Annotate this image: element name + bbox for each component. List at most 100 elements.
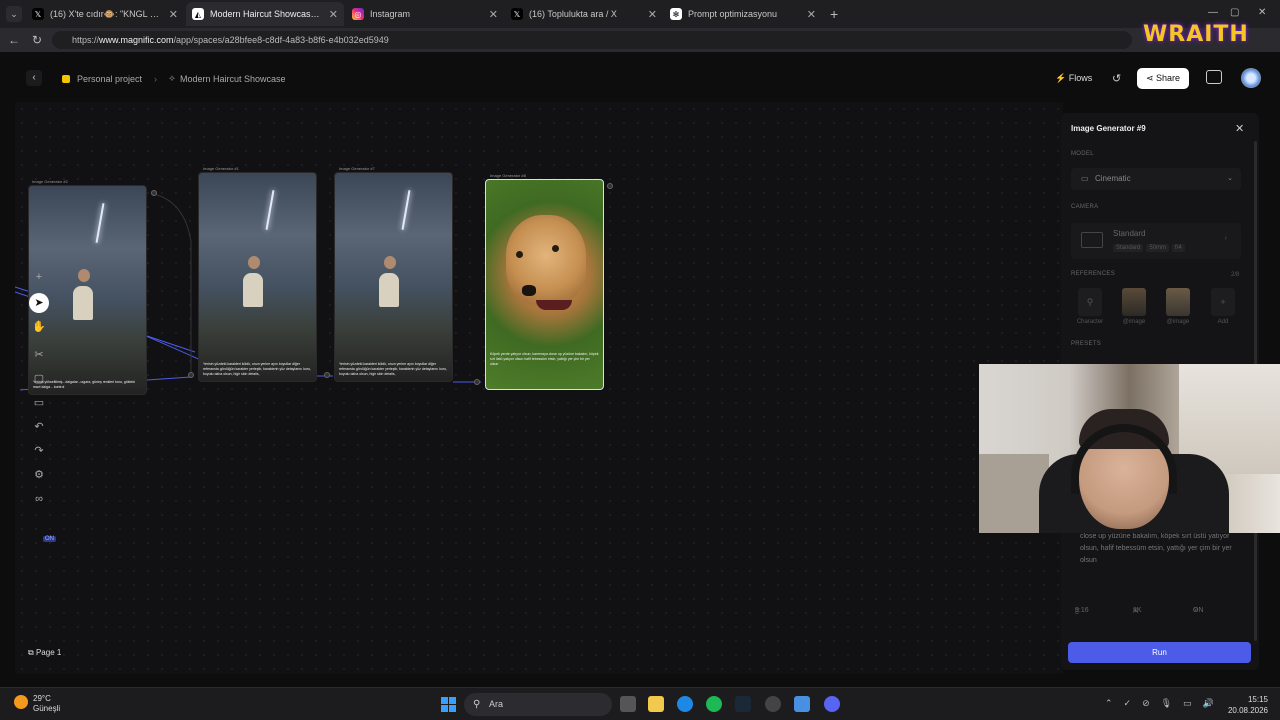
instagram-icon: ◎	[352, 8, 364, 20]
tab-title: Instagram	[370, 9, 411, 19]
avatar[interactable]	[1241, 68, 1261, 88]
flows-button[interactable]: ⚡ Flows	[1055, 73, 1092, 84]
tab-title: Modern Haircut Showcase - Space	[210, 9, 323, 19]
pan-hand-icon[interactable]: ✋	[28, 317, 50, 337]
browser-tab-chatgpt[interactable]: ✻ Prompt optimizasyonu ✕	[664, 2, 822, 26]
camera-chip: 50mm	[1146, 244, 1170, 252]
node-output-handle[interactable]	[607, 183, 613, 189]
frame-icon[interactable]: ▢	[28, 369, 50, 389]
close-window-icon[interactable]: ✕	[1258, 7, 1266, 18]
edge-icon[interactable]	[677, 696, 693, 712]
close-tab-icon[interactable]: ✕	[169, 8, 178, 21]
app-tray-icon[interactable]: ✓	[1124, 698, 1132, 709]
comment-icon[interactable]: ▭	[28, 393, 50, 413]
add-node-icon[interactable]: +	[28, 267, 50, 287]
task-view-icon[interactable]	[620, 696, 636, 712]
back-button[interactable]: ‹	[26, 70, 42, 86]
maximize-icon[interactable]: ▢	[1230, 7, 1239, 18]
browser-tab-instagram[interactable]: ◎ Instagram ✕	[346, 2, 504, 26]
back-arrow-icon[interactable]: ←	[8, 33, 20, 47]
tab-title: Prompt optimizasyonu	[688, 9, 778, 19]
url-input[interactable]: https://www.magnific.com/app/spaces/a28b…	[52, 31, 1132, 49]
chrome-icon[interactable]	[765, 696, 781, 712]
image-node[interactable]: Yerinin yüzdeki karakteri kübik, onun ye…	[198, 172, 317, 382]
new-tab-button[interactable]: +	[830, 6, 838, 22]
steam-icon[interactable]	[735, 696, 751, 712]
ref-character[interactable]: ⚲ Character	[1073, 288, 1107, 328]
chevron-right-icon: ›	[1224, 235, 1227, 242]
node-output-handle[interactable]	[151, 190, 157, 196]
tab-list-dropdown[interactable]: ⌄	[6, 6, 22, 22]
chevron-up-icon[interactable]: ⌃	[1105, 698, 1113, 709]
browser-tab-x1[interactable]: 𝕏 (16) X'te cıdır🐵: "KNGL EKİP (PAR ✕	[26, 2, 184, 26]
discord-icon[interactable]	[824, 696, 840, 712]
select-cursor-icon[interactable]: ➤	[29, 293, 49, 313]
link-icon[interactable]: ∞	[28, 489, 50, 509]
node-input-handle[interactable]	[188, 372, 194, 378]
node-input-handle[interactable]	[324, 372, 330, 378]
model-value: Cinematic	[1095, 174, 1131, 183]
breadcrumb-space[interactable]: Modern Haircut Showcase	[180, 74, 286, 84]
minimize-icon[interactable]: —	[1208, 7, 1218, 18]
run-button[interactable]: Run	[1068, 642, 1251, 663]
share-label: Share	[1156, 73, 1181, 83]
clock-date: 20.08.2026	[1227, 706, 1268, 715]
model-select[interactable]: ▭ Cinematic ⌄	[1071, 168, 1241, 190]
taskbar-search[interactable]: ⚲ Ara	[464, 693, 612, 716]
chatgpt-icon: ✻	[670, 8, 682, 20]
chat-icon[interactable]	[1206, 70, 1222, 84]
node-label: Image Generator #2	[32, 179, 68, 184]
close-tab-icon[interactable]: ✕	[489, 8, 498, 21]
close-tab-icon[interactable]: ✕	[807, 8, 816, 21]
notepad-icon[interactable]	[794, 696, 810, 712]
x-logo-icon: 𝕏	[32, 8, 44, 20]
windows-start-icon[interactable]	[441, 697, 456, 712]
flows-label: Flows	[1068, 73, 1093, 83]
breadcrumb-project[interactable]: Personal project	[77, 74, 142, 84]
image-node[interactable]: Yerinin yüzdeki karakteri kübik, onun ye…	[334, 172, 453, 382]
toggle-value: ON	[1193, 607, 1204, 614]
ref-label: Character	[1076, 319, 1104, 325]
page-label: Page 1	[35, 648, 62, 657]
node-label: Image Generator #1	[203, 166, 239, 171]
redo-icon[interactable]: ↷	[28, 441, 50, 461]
node-input-handle[interactable]	[474, 379, 480, 385]
camera-icon	[1081, 232, 1103, 248]
prompt-textarea[interactable]: close up yüzüne bakalım, köpek sırt üstü…	[1080, 531, 1245, 567]
presets-label: PRESETS	[1071, 341, 1102, 347]
display-icon[interactable]: ▭	[1183, 698, 1192, 709]
browser-tab-x2[interactable]: 𝕏 (16) Toplulukta ara / X ✕	[505, 2, 663, 26]
close-tab-icon[interactable]: ✕	[329, 8, 338, 21]
undo-icon[interactable]: ↶	[28, 417, 50, 437]
settings-gear-icon[interactable]: ⚙	[28, 465, 50, 485]
microphone-icon[interactable]: 🎙	[1161, 698, 1172, 709]
file-explorer-icon[interactable]	[648, 696, 664, 712]
browser-tab-magnific[interactable]: ◭ Modern Haircut Showcase - Space ✕	[186, 2, 344, 26]
ref-label: Add	[1217, 319, 1229, 325]
ref-image-2[interactable]: @image	[1161, 288, 1195, 328]
page-selector[interactable]: ⧉ Page 1	[28, 648, 61, 658]
close-icon[interactable]: ✕	[1235, 122, 1244, 135]
pages-icon: ⧉	[28, 648, 34, 657]
lightning-icon: ⚡	[1055, 73, 1067, 83]
camera-select[interactable]: Standard Standard 50mm f/4 ›	[1071, 223, 1241, 259]
share-button[interactable]: ⋖ Share	[1137, 68, 1189, 89]
dog-face	[506, 215, 586, 310]
network-off-icon[interactable]: ⊘	[1142, 698, 1150, 709]
volume-icon[interactable]: 🔊	[1203, 698, 1214, 709]
ref-add[interactable]: + Add	[1206, 288, 1240, 328]
spotify-icon[interactable]	[706, 696, 722, 712]
man-figure	[73, 285, 94, 320]
image-node-selected[interactable]: Köpek yerde yatıyor olsun, kameraya clos…	[485, 179, 604, 390]
scissors-icon[interactable]: ✂	[28, 345, 50, 365]
url-domain: www.magnific.com	[99, 35, 174, 45]
man-head	[78, 269, 91, 283]
camera-chip: Standard	[1113, 244, 1144, 252]
reload-icon[interactable]: ↻	[32, 33, 42, 47]
history-icon[interactable]: ↺	[1112, 72, 1121, 85]
system-clock[interactable]: 15:15 20.08.2026	[1224, 694, 1268, 716]
close-tab-icon[interactable]: ✕	[648, 8, 657, 21]
flow-canvas[interactable]: Image Generator #2 Yerinin yükseltilmiş.…	[15, 102, 1063, 674]
node-prompt-text: Yerinin yüzdeki karakteri kübik, onun ye…	[339, 362, 447, 376]
ref-image-1[interactable]: @image	[1117, 288, 1151, 328]
